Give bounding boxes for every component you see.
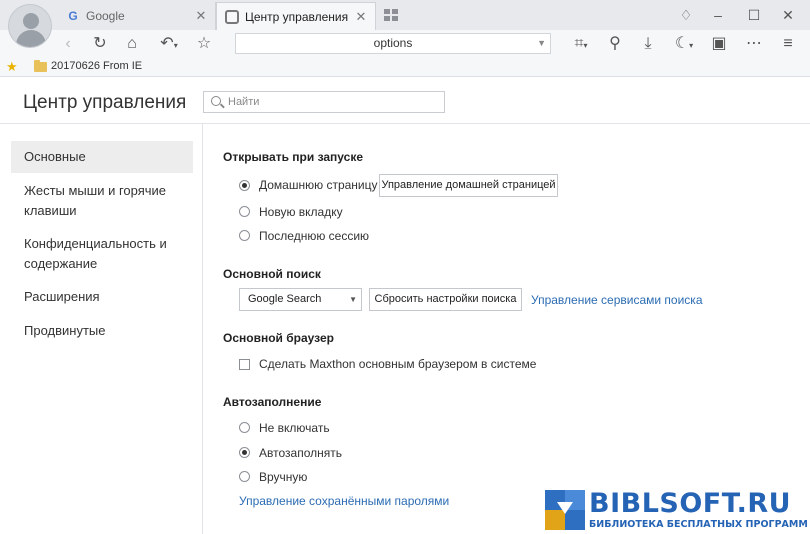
- caret-down-icon: ▼: [349, 295, 357, 304]
- sidebar-item-label: клавиши: [24, 203, 77, 218]
- manage-search-services-link[interactable]: Управление сервисами поиска: [531, 293, 703, 307]
- more-icon[interactable]: ⋯: [744, 34, 764, 54]
- maximize-icon[interactable]: ☐: [745, 6, 763, 24]
- google-icon: G: [68, 9, 78, 23]
- radio-home-page[interactable]: [239, 180, 250, 191]
- sidebar-item-extensions[interactable]: Расширения: [11, 287, 193, 307]
- favorite-star-icon[interactable]: ☆: [194, 34, 214, 54]
- section-title-startup: Открывать при запуске: [223, 150, 364, 164]
- bookmarks-bar: ★ 20170626 From IE: [0, 57, 810, 77]
- radio-autofill-manual[interactable]: [239, 471, 250, 482]
- menu-icon[interactable]: ≡: [778, 34, 798, 54]
- home-icon[interactable]: ⌂: [122, 34, 142, 54]
- watermark-title: BIBLSOFT.RU: [589, 488, 792, 519]
- manage-home-page-button[interactable]: Управление домашней страницей: [379, 174, 558, 197]
- radio-autofill-off[interactable]: [239, 422, 250, 433]
- sidebar-item-label: Жесты мыши и горячие: [24, 183, 167, 198]
- radio-autofill-auto[interactable]: [239, 447, 250, 458]
- bookmark-folder[interactable]: 20170626 From IE: [51, 60, 142, 72]
- tab-label: Google: [86, 9, 125, 23]
- sidebar-item-label: содержание: [24, 256, 98, 271]
- folder-icon: [34, 60, 47, 72]
- page-title: Центр управления: [23, 92, 187, 113]
- back-icon[interactable]: ‹: [58, 34, 78, 54]
- search-engine-select[interactable]: Google Search ▼: [239, 288, 362, 311]
- sidebar-item-advanced[interactable]: Продвинутые: [11, 321, 193, 341]
- minimize-icon[interactable]: –: [709, 6, 727, 24]
- radio-label: Последнюю сессию: [259, 229, 370, 243]
- sidebar-item-mouse-gestures[interactable]: Жесты мыши и горячие клавиши: [11, 181, 193, 221]
- section-title-search: Основной поиск: [223, 267, 321, 281]
- section-title-default-browser: Основной браузер: [223, 331, 334, 345]
- radio-label: Домашнюю страницу: [259, 178, 378, 192]
- navigation-bar: ‹ ↻ ⌂ ↶▾ ☆ options ▼ ⌗▾ ⚲ ⤓ ☾▾ ▣ ⋯ ≡: [0, 30, 810, 57]
- settings-search[interactable]: [203, 91, 445, 113]
- user-avatar[interactable]: [8, 4, 52, 48]
- shirt-icon[interactable]: ♢: [677, 6, 695, 24]
- default-browser-checkbox[interactable]: [239, 359, 250, 370]
- sidebar-item-label: Основные: [24, 149, 86, 164]
- reload-icon[interactable]: ↻: [90, 34, 110, 54]
- radio-new-tab[interactable]: [239, 206, 250, 217]
- select-value: Google Search: [248, 293, 322, 305]
- toolbox-icon[interactable]: ▣: [709, 34, 729, 54]
- search-input[interactable]: [228, 94, 438, 110]
- sidebar: Основные Жесты мыши и горячие клавиши Ко…: [0, 124, 203, 534]
- star-icon[interactable]: ★: [6, 59, 18, 75]
- tab-label: Центр управления: [245, 9, 349, 24]
- close-tab-icon[interactable]: ✕: [355, 9, 367, 25]
- watermark-subtitle: БИБЛИОТЕКА БЕСПЛАТНЫХ ПРОГРАММ: [589, 519, 808, 530]
- close-window-icon[interactable]: ✕: [779, 6, 797, 24]
- tab-control-center[interactable]: Центр управления ✕: [216, 2, 376, 30]
- biblsoft-logo-icon: [545, 490, 585, 530]
- sidebar-item-label: Расширения: [24, 289, 100, 304]
- title-bar: G Google ✕ Центр управления ✕ ♢ – ☐ ✕: [0, 0, 810, 30]
- sidebar-item-privacy[interactable]: Конфиденциальность и содержание: [11, 234, 193, 274]
- download-icon[interactable]: ⤓: [638, 34, 658, 54]
- watermark: BIBLSOFT.RU БИБЛИОТЕКА БЕСПЛАТНЫХ ПРОГРА…: [545, 488, 810, 534]
- address-text: options: [373, 36, 413, 50]
- tab-google[interactable]: G Google ✕: [58, 2, 216, 30]
- settings-icon: [225, 9, 239, 24]
- search-icon: [211, 96, 221, 106]
- radio-label: Новую вкладку: [259, 205, 343, 219]
- radio-label: Вручную: [259, 470, 308, 484]
- sidebar-item-general[interactable]: Основные: [11, 141, 193, 173]
- radio-last-session[interactable]: [239, 230, 250, 241]
- chevron-down-icon[interactable]: ▼: [537, 34, 546, 53]
- translate-icon[interactable]: ⚲: [605, 34, 625, 54]
- reset-search-button[interactable]: Сбросить настройки поиска: [369, 288, 522, 311]
- manage-passwords-link[interactable]: Управление сохранёнными паролями: [239, 494, 449, 508]
- night-mode-icon[interactable]: ☾▾: [671, 34, 697, 54]
- section-title-autofill: Автозаполнение: [223, 395, 322, 409]
- screenshot-crop-icon[interactable]: ⌗▾: [568, 34, 594, 54]
- address-bar[interactable]: options ▼: [235, 33, 551, 54]
- radio-label: Не включать: [259, 421, 330, 435]
- sidebar-item-label: Продвинутые: [24, 323, 106, 338]
- sidebar-item-label: Конфиденциальность и: [24, 236, 167, 251]
- checkbox-label: Сделать Maxthon основным браузером в сис…: [259, 357, 537, 371]
- close-tab-icon[interactable]: ✕: [195, 8, 207, 24]
- undo-close-icon[interactable]: ↶▾: [154, 34, 184, 54]
- radio-label: Автозаполнять: [259, 446, 342, 460]
- tab-grid-icon[interactable]: [384, 9, 398, 21]
